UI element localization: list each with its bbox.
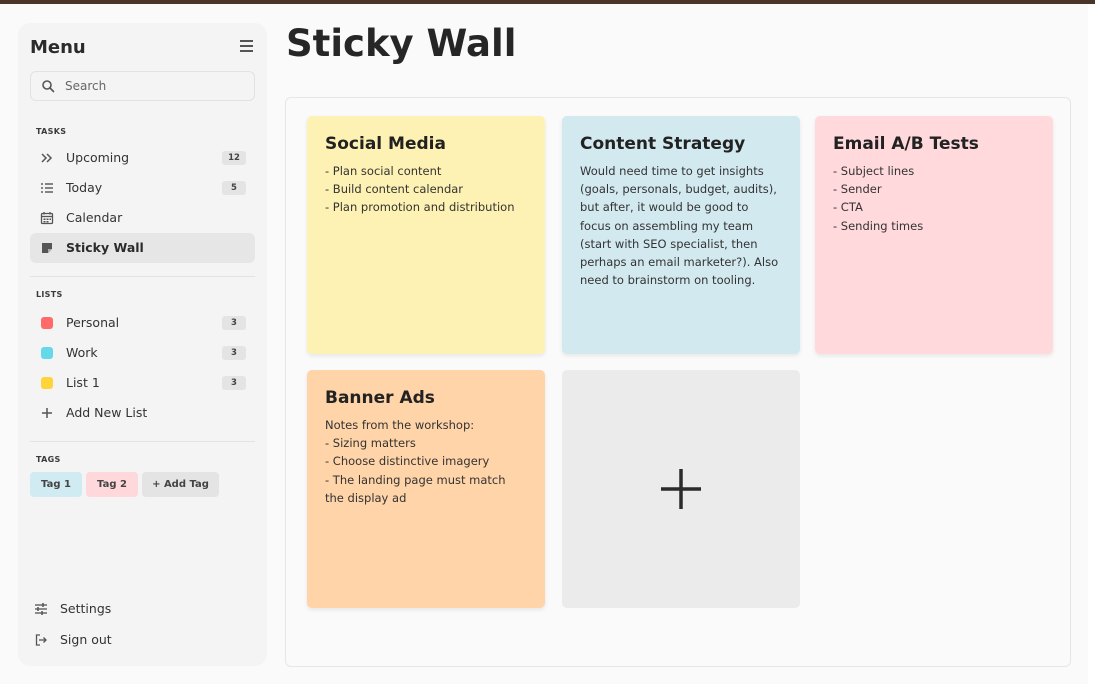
list-color-swatch [41,347,53,359]
add-tag-button[interactable]: + Add Tag [142,472,219,497]
sticky-wall-board: Social Media - Plan social content - Bui… [285,97,1071,667]
note-body: - Plan social content - Build content ca… [325,164,515,215]
tag-1[interactable]: Tag 1 [30,472,82,497]
search-icon [42,80,55,93]
sidebar-item-calendar[interactable]: Calendar [30,203,255,233]
note-title: Content Strategy [580,134,746,154]
note-title: Email A/B Tests [833,134,979,154]
checklist-icon [41,183,53,193]
sidebar-item-today[interactable]: Today 5 [30,173,255,203]
sidebar-item-upcoming[interactable]: Upcoming 12 [30,143,255,173]
sidebar-item-label: Calendar [66,210,123,225]
count-badge: 3 [222,316,246,330]
sidebar-item-label: List 1 [66,375,100,390]
sidebar-item-personal[interactable]: Personal 3 [30,308,255,338]
sidebar-item-label: Personal [66,315,120,330]
count-badge: 3 [222,376,246,390]
count-badge: 12 [222,151,246,165]
settings-sliders-icon [35,603,47,615]
note-body: - Subject lines - Sender - CTA - Sending… [833,164,924,233]
sidebar-item-list-1[interactable]: List 1 3 [30,368,255,398]
tag-2[interactable]: Tag 2 [86,472,138,497]
lists-section-label: LISTS [36,290,63,299]
sidebar-item-work[interactable]: Work 3 [30,338,255,368]
divider [30,441,255,442]
sidebar-item-label: Today [66,180,103,195]
note-title: Social Media [325,134,446,154]
sign-out-icon [35,634,47,646]
sidebar-item-label: Upcoming [66,150,130,165]
plus-icon [42,408,52,418]
add-new-list-button[interactable]: Add New List [30,398,255,428]
sticky-note-icon [42,243,52,253]
add-note-button[interactable] [562,370,800,608]
sidebar: Menu TASKS Upcoming 12 Today 5 [18,23,267,666]
calendar-icon [40,212,54,225]
note-body: Would need time to get insights (goals, … [580,164,779,288]
sidebar-item-sticky-wall[interactable]: Sticky Wall [30,233,255,263]
double-chevron-right-icon [41,153,53,163]
settings-label: Settings [60,601,112,616]
sidebar-item-label: Sticky Wall [66,240,144,255]
sign-out-button[interactable]: Sign out [30,627,255,653]
search-input[interactable] [65,76,245,96]
sidebar-title: Menu [30,37,86,58]
note-body: Notes from the workshop: - Sizing matter… [325,418,506,505]
note-title: Banner Ads [325,388,435,408]
sticky-note-email-ab-tests[interactable]: Email A/B Tests - Subject lines - Sender… [815,116,1053,354]
divider [30,276,255,277]
count-badge: 3 [222,346,246,360]
window-top-bar [0,0,1095,4]
sticky-note-social-media[interactable]: Social Media - Plan social content - Bui… [307,116,545,354]
tasks-section-label: TASKS [36,127,67,136]
search-box[interactable] [30,71,255,101]
window-right-edge [1088,4,1095,684]
sticky-note-content-strategy[interactable]: Content Strategy Would need time to get … [562,116,800,354]
settings-button[interactable]: Settings [30,596,255,622]
sign-out-label: Sign out [60,632,112,647]
plus-icon [661,469,701,509]
hamburger-menu-icon[interactable] [240,40,254,54]
sticky-note-banner-ads[interactable]: Banner Ads Notes from the workshop: - Si… [307,370,545,608]
sidebar-item-label: Work [66,345,98,360]
list-color-swatch [41,377,53,389]
count-badge: 5 [222,181,246,195]
add-new-list-label: Add New List [66,405,148,420]
page-title: Sticky Wall [286,22,517,65]
list-color-swatch [41,317,53,329]
tags-section-label: TAGS [36,455,61,464]
